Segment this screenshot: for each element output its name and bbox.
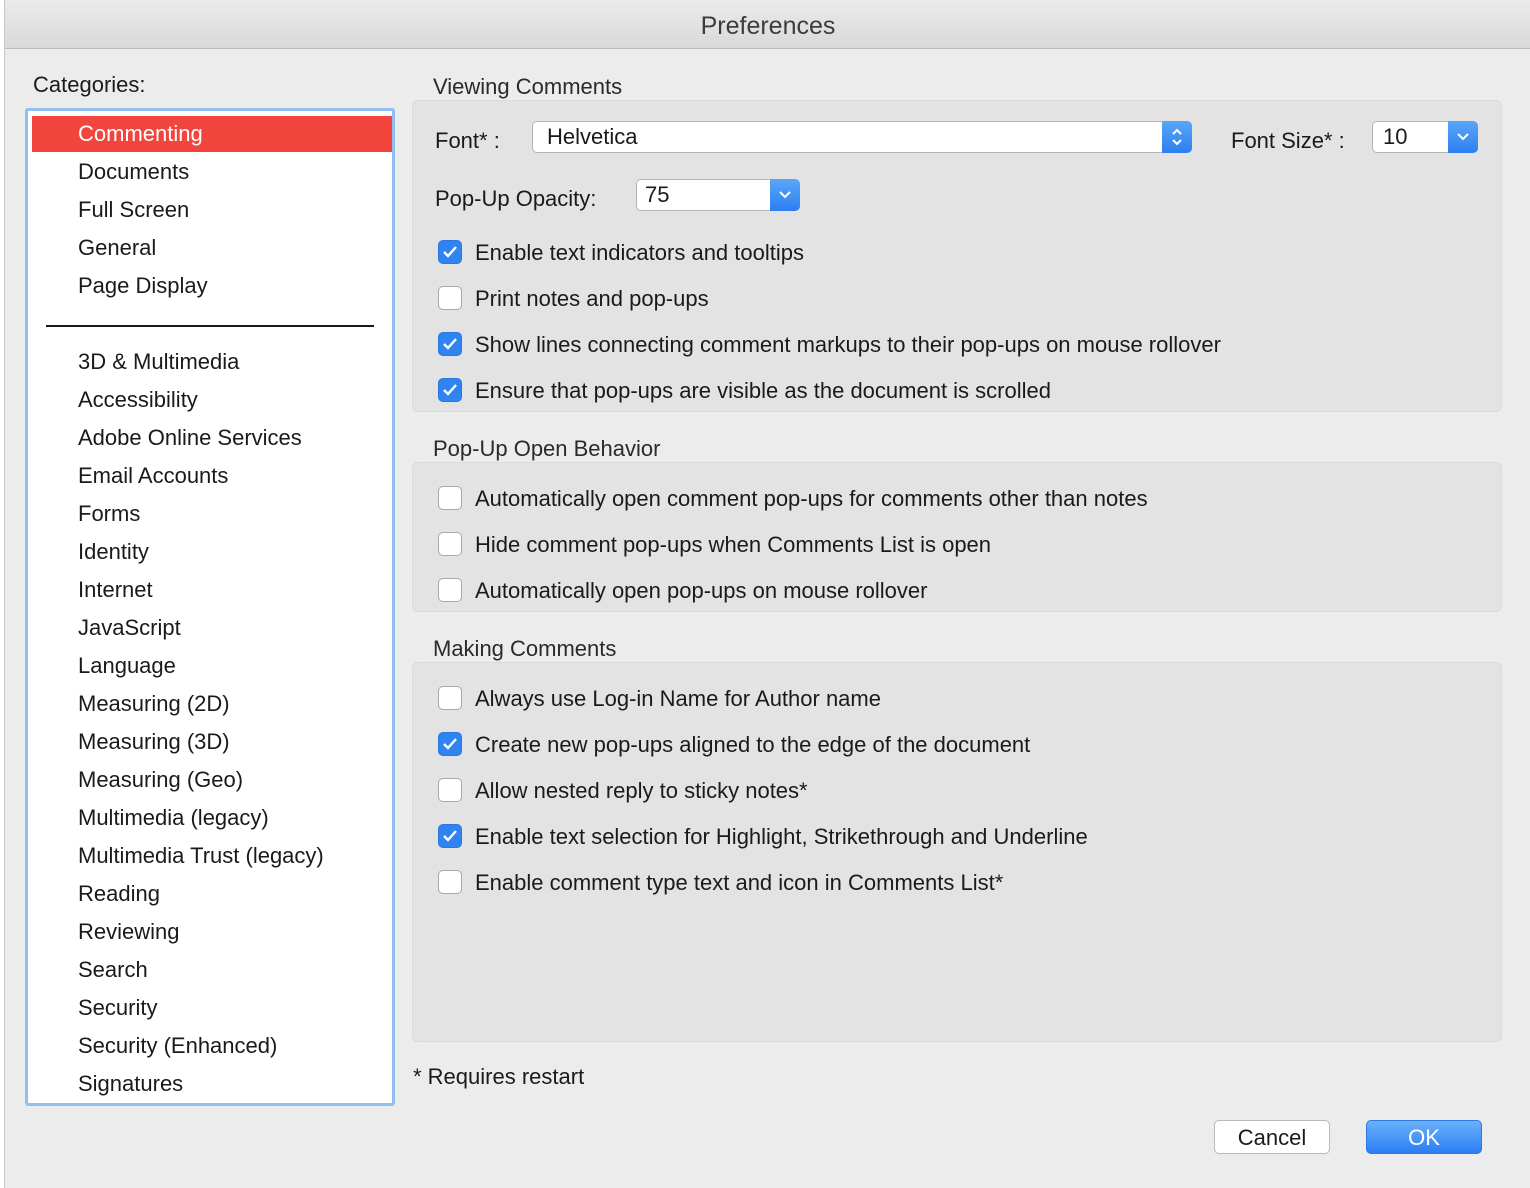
categories-label: Categories: bbox=[33, 72, 146, 97]
font-value: Helvetica bbox=[547, 124, 638, 149]
sidebar-item-identity[interactable]: Identity bbox=[32, 534, 392, 570]
popup-behavior-title: Pop-Up Open Behavior bbox=[433, 436, 661, 461]
viewing-comments-title: Viewing Comments bbox=[433, 74, 623, 99]
option-label: Hide comment pop-ups when Comments List … bbox=[475, 532, 992, 557]
option-label: Automatically open pop-ups on mouse roll… bbox=[475, 578, 928, 603]
requires-restart-note: * Requires restart bbox=[413, 1064, 585, 1089]
checkbox-print-notes[interactable] bbox=[438, 286, 462, 310]
option-label: Automatically open comment pop-ups for c… bbox=[475, 486, 1148, 511]
font-size-select[interactable]: 10 bbox=[1372, 121, 1478, 153]
preferences-window: Preferences Categories: Commenting Docum… bbox=[4, 0, 1530, 1188]
sidebar-item-forms[interactable]: Forms bbox=[32, 496, 392, 532]
sidebar-item-reading[interactable]: Reading bbox=[32, 876, 392, 912]
sidebar-item-measuring-3d[interactable]: Measuring (3D) bbox=[32, 724, 392, 760]
sidebar-item-general[interactable]: General bbox=[32, 230, 392, 266]
option-label: Create new pop-ups aligned to the edge o… bbox=[475, 732, 1031, 757]
sidebar-item-adobe-online-services[interactable]: Adobe Online Services bbox=[32, 420, 392, 456]
checkbox-nested-reply[interactable] bbox=[438, 778, 462, 802]
sidebar-item-measuring-geo[interactable]: Measuring (Geo) bbox=[32, 762, 392, 798]
sidebar-item-javascript[interactable]: JavaScript bbox=[32, 610, 392, 646]
ok-button[interactable]: OK bbox=[1366, 1120, 1482, 1154]
checkbox-auto-open-popups[interactable] bbox=[438, 486, 462, 510]
sidebar-item-commenting[interactable]: Commenting bbox=[32, 116, 392, 152]
sidebar-divider bbox=[46, 325, 374, 327]
font-select[interactable]: Helvetica bbox=[532, 121, 1192, 153]
checkmark-icon bbox=[443, 246, 457, 258]
sidebar-item-reviewing[interactable]: Reviewing bbox=[32, 914, 392, 950]
sidebar-item-security-enhanced[interactable]: Security (Enhanced) bbox=[32, 1028, 392, 1064]
option-label: Show lines connecting comment markups to… bbox=[475, 332, 1221, 357]
checkmark-icon bbox=[443, 338, 457, 350]
checkmark-icon bbox=[443, 384, 457, 396]
checkbox-enable-text-indicators[interactable] bbox=[438, 240, 462, 264]
sidebar-item-documents[interactable]: Documents bbox=[32, 154, 392, 190]
font-label: Font* : bbox=[435, 128, 500, 153]
option-label: Enable text indicators and tooltips bbox=[475, 240, 804, 265]
checkbox-comment-type-icon[interactable] bbox=[438, 870, 462, 894]
option-label: Ensure that pop-ups are visible as the d… bbox=[475, 378, 1051, 403]
checkmark-icon bbox=[443, 830, 457, 842]
sidebar-item-security[interactable]: Security bbox=[32, 990, 392, 1026]
checkmark-icon bbox=[443, 738, 457, 750]
sidebar-item-full-screen[interactable]: Full Screen bbox=[32, 192, 392, 228]
sidebar-item-internet[interactable]: Internet bbox=[32, 572, 392, 608]
making-comments-group bbox=[412, 662, 1502, 1042]
categories-list[interactable]: Commenting Documents Full Screen General… bbox=[25, 108, 395, 1106]
option-label: Allow nested reply to sticky notes* bbox=[475, 778, 808, 803]
up-down-arrows-icon bbox=[1162, 121, 1192, 153]
sidebar-item-multimedia-trust-legacy[interactable]: Multimedia Trust (legacy) bbox=[32, 838, 392, 874]
opacity-label: Pop-Up Opacity: bbox=[435, 186, 597, 211]
checkbox-text-selection-markup[interactable] bbox=[438, 824, 462, 848]
sidebar-item-measuring-2d[interactable]: Measuring (2D) bbox=[32, 686, 392, 722]
checkbox-open-on-rollover[interactable] bbox=[438, 578, 462, 602]
sidebar-item-search[interactable]: Search bbox=[32, 952, 392, 988]
sidebar-item-multimedia-legacy[interactable]: Multimedia (legacy) bbox=[32, 800, 392, 836]
chevron-down-icon bbox=[770, 179, 800, 211]
font-size-value: 10 bbox=[1383, 124, 1408, 149]
sidebar-item-3d-multimedia[interactable]: 3D & Multimedia bbox=[32, 344, 392, 380]
checkbox-show-connecting-lines[interactable] bbox=[438, 332, 462, 356]
opacity-value: 75 bbox=[645, 182, 670, 207]
sidebar-item-signatures[interactable]: Signatures bbox=[32, 1066, 392, 1102]
checkbox-login-name-author[interactable] bbox=[438, 686, 462, 710]
sidebar-item-language[interactable]: Language bbox=[32, 648, 392, 684]
checkbox-ensure-popups-visible[interactable] bbox=[438, 378, 462, 402]
font-size-label: Font Size* : bbox=[1231, 128, 1345, 153]
chevron-down-icon bbox=[1448, 121, 1478, 153]
opacity-select[interactable]: 75 bbox=[636, 179, 800, 211]
option-label: Print notes and pop-ups bbox=[475, 286, 709, 311]
cancel-button[interactable]: Cancel bbox=[1214, 1120, 1330, 1154]
option-label: Enable text selection for Highlight, Str… bbox=[475, 824, 1088, 849]
option-label: Enable comment type text and icon in Com… bbox=[475, 870, 1004, 895]
option-label: Always use Log-in Name for Author name bbox=[475, 686, 881, 711]
sidebar-item-page-display[interactable]: Page Display bbox=[32, 268, 392, 304]
sidebar-item-accessibility[interactable]: Accessibility bbox=[32, 382, 392, 418]
making-comments-title: Making Comments bbox=[433, 636, 617, 661]
checkbox-align-popups-edge[interactable] bbox=[438, 732, 462, 756]
window-title: Preferences bbox=[5, 0, 1530, 49]
checkbox-hide-popups-comments-list[interactable] bbox=[438, 532, 462, 556]
sidebar-item-email-accounts[interactable]: Email Accounts bbox=[32, 458, 392, 494]
